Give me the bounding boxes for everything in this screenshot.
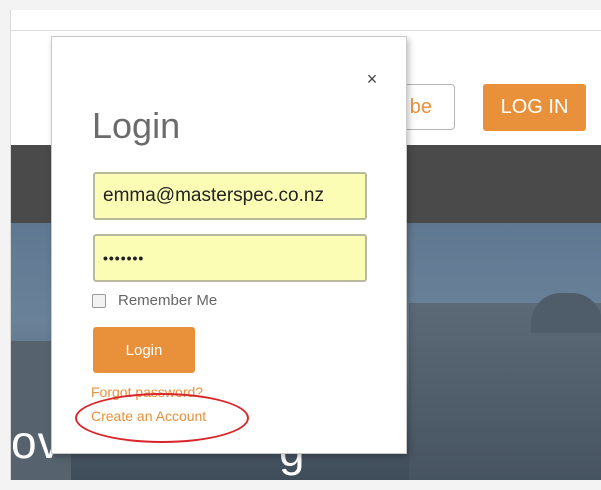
close-icon[interactable]: × xyxy=(364,70,380,88)
subscribe-button-label: be xyxy=(409,95,432,118)
top-divider xyxy=(11,30,601,31)
screenshot-frame: be LOG IN ov g × Login emma@masterspec.c… xyxy=(0,0,601,490)
login-modal: × Login emma@masterspec.co.nz ••••••• Re… xyxy=(51,36,407,454)
login-button-label: Login xyxy=(125,341,163,359)
header-login-label: LOG IN xyxy=(500,96,569,118)
email-field[interactable]: emma@masterspec.co.nz xyxy=(93,172,367,220)
login-button[interactable]: Login xyxy=(93,327,195,373)
remember-me-checkbox[interactable] xyxy=(92,293,106,308)
remember-me-label: Remember Me xyxy=(118,292,218,309)
hero-tree xyxy=(531,293,601,333)
modal-title: Login xyxy=(92,105,181,146)
header-login-button[interactable]: LOG IN xyxy=(483,84,586,131)
annotation-highlight-ellipse xyxy=(75,393,249,443)
password-field[interactable]: ••••••• xyxy=(93,234,367,282)
remember-me-row[interactable]: Remember Me xyxy=(92,292,217,309)
